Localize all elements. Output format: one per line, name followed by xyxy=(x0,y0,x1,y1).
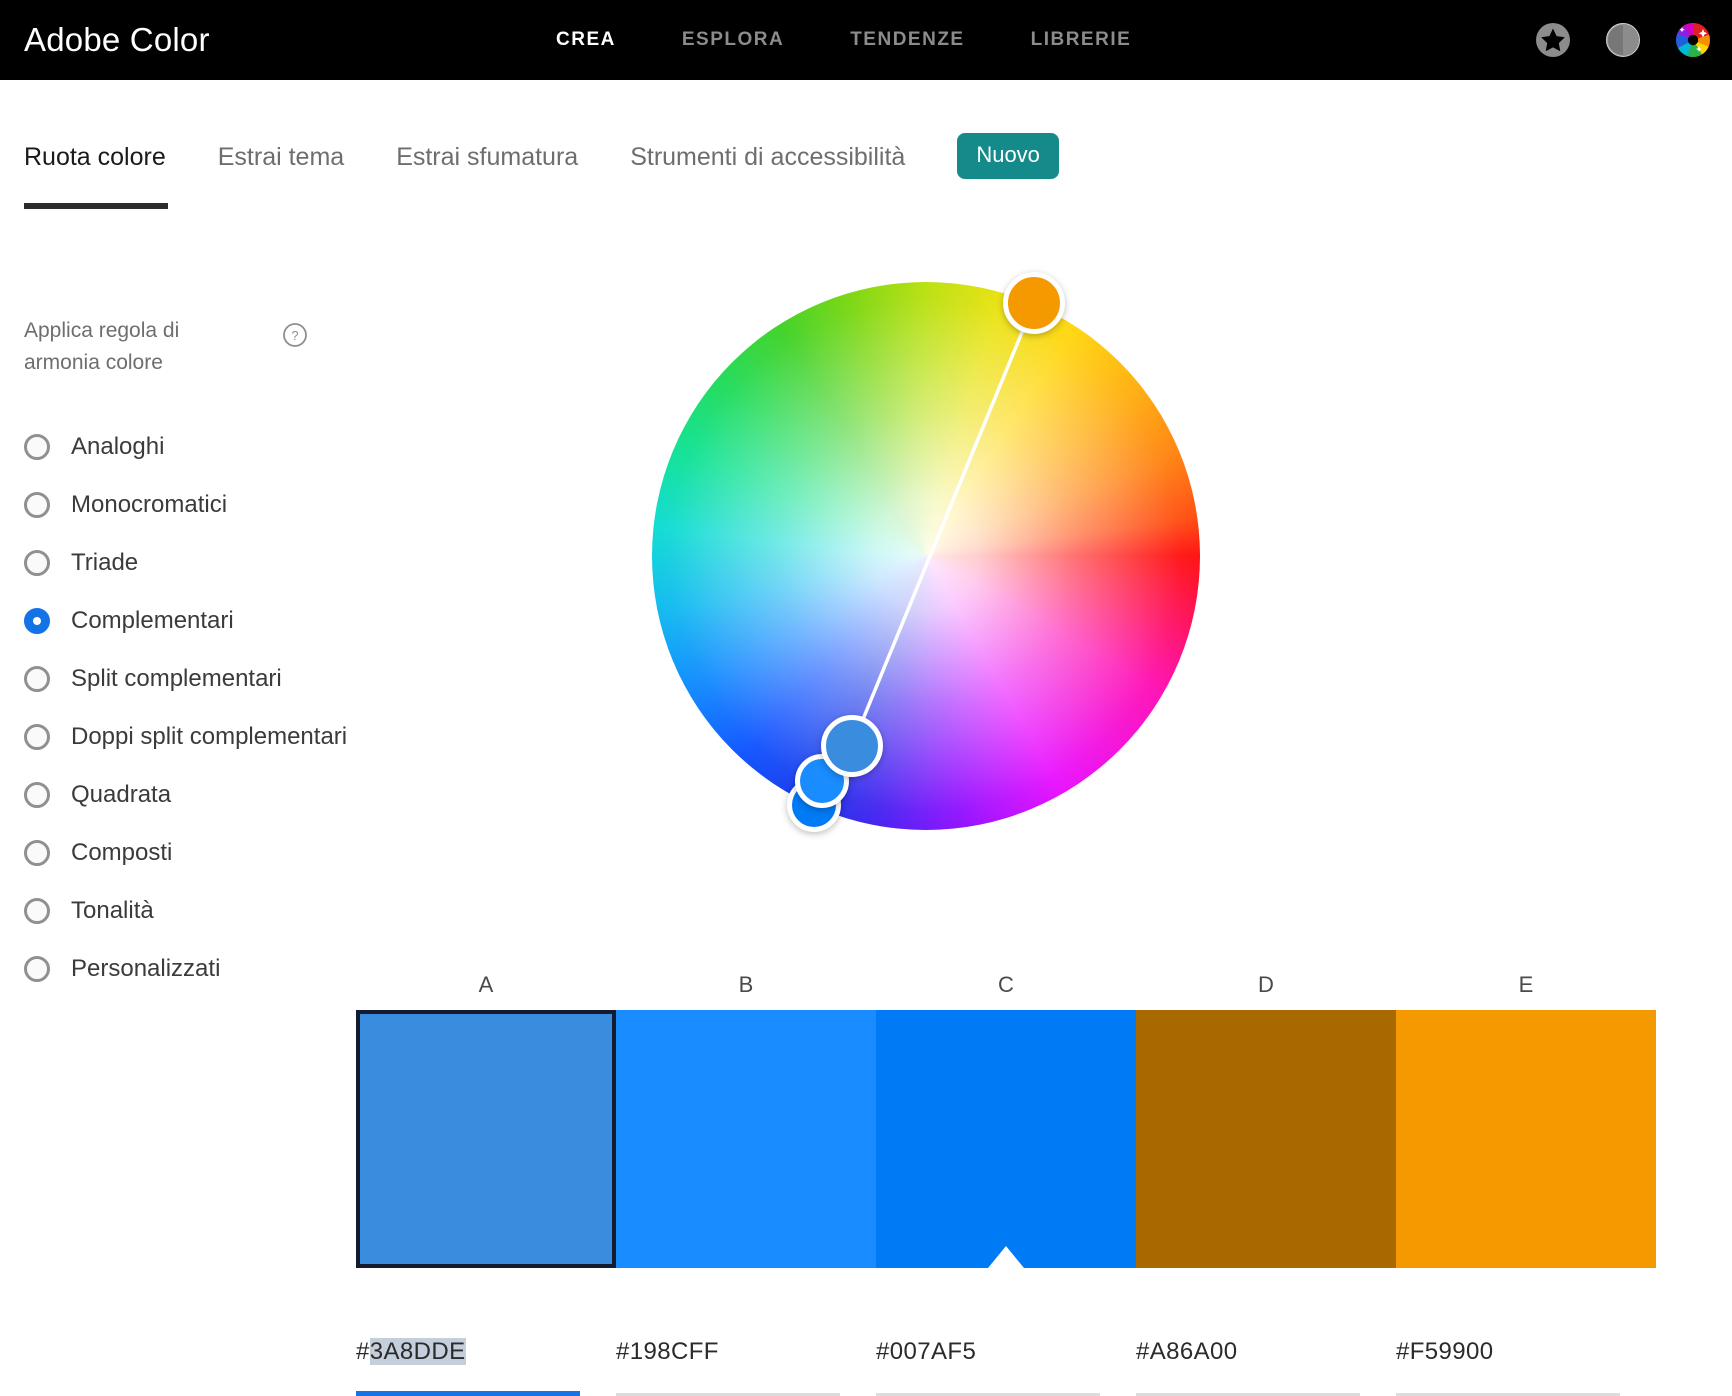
harmony-rule-split-complementari[interactable]: Split complementari xyxy=(24,650,444,708)
color-wheel[interactable] xyxy=(652,282,1200,830)
app-logo-title[interactable]: Adobe Color xyxy=(24,0,210,80)
harmony-rule-doppi-split-complementari[interactable]: Doppi split complementari xyxy=(24,708,444,766)
color-wheel-area[interactable] xyxy=(652,272,1208,842)
radio-button[interactable] xyxy=(24,492,50,518)
harmony-rule-tonalità[interactable]: Tonalità xyxy=(24,882,444,940)
harmony-rule-complementari[interactable]: Complementari xyxy=(24,592,444,650)
swatch-label-d: D xyxy=(1258,972,1274,997)
palette-swatch-row xyxy=(356,1010,1656,1268)
hex-input-row: #3A8DDE #198CFF #007AF5 #A86A00 #F59900 xyxy=(356,1338,1656,1396)
hex-prefix: # xyxy=(1136,1338,1150,1365)
hex-input-d[interactable]: #A86A00 xyxy=(1136,1338,1396,1396)
hex-value-text[interactable]: #A86A00 xyxy=(1136,1338,1238,1366)
harmony-rule-label: Split complementari xyxy=(71,665,282,692)
radio-button[interactable] xyxy=(24,666,50,692)
tab-ruota-colore[interactable]: Ruota colore xyxy=(24,143,218,172)
radio-button[interactable] xyxy=(24,782,50,808)
hex-digits: F59900 xyxy=(1409,1338,1494,1365)
harmony-rule-composti[interactable]: Composti xyxy=(24,824,444,882)
harmony-rule-label: Triade xyxy=(71,549,139,576)
tool-tab-bar: Ruota colore Estrai tema Estrai sfumatura S… xyxy=(0,126,1732,209)
harmony-rule-analoghi[interactable]: Analoghi xyxy=(24,418,444,476)
harmony-rule-title: Applica regola di armonia colore xyxy=(24,319,180,374)
swatch-label-a: A xyxy=(478,972,494,997)
hex-digits: 3A8DDE xyxy=(369,1338,466,1365)
hex-input-c[interactable]: #007AF5 xyxy=(876,1338,1136,1396)
tab-divider xyxy=(24,205,1655,208)
harmony-rule-label: Tonalità xyxy=(71,897,154,924)
active-tab-underline xyxy=(24,203,168,209)
radio-button[interactable] xyxy=(24,724,50,750)
hex-digits: 198CFF xyxy=(629,1338,719,1365)
question-circle-icon[interactable]: ? xyxy=(282,322,308,348)
radio-button[interactable] xyxy=(24,840,50,866)
hex-prefix: # xyxy=(1396,1338,1410,1365)
swatch-label-b: B xyxy=(738,972,754,997)
harmony-rule-quadrata[interactable]: Quadrata xyxy=(24,766,444,824)
harmony-rule-monocromatici[interactable]: Monocromatici xyxy=(24,476,444,534)
tab-strumenti-di-accessibilit[interactable]: Strumenti di accessibilità xyxy=(630,143,957,172)
hex-input-underline xyxy=(356,1391,580,1396)
hex-value-text[interactable]: #F59900 xyxy=(1396,1338,1494,1366)
radio-button[interactable] xyxy=(24,608,50,634)
svg-text:?: ? xyxy=(291,328,298,343)
radio-button[interactable] xyxy=(24,550,50,576)
radio-button[interactable] xyxy=(24,956,50,982)
radio-button[interactable] xyxy=(24,898,50,924)
harmony-rule-label: Complementari xyxy=(71,607,234,634)
tab-estrai-sfumatura[interactable]: Estrai sfumatura xyxy=(396,143,630,172)
palette-swatch-b[interactable] xyxy=(616,1010,876,1268)
wheel-handle-e[interactable] xyxy=(1003,272,1065,334)
tab-list: Ruota colore Estrai tema Estrai sfumatura S… xyxy=(24,126,1059,188)
new-badge-button[interactable]: Nuovo xyxy=(957,133,1059,179)
hex-digits: 007AF5 xyxy=(889,1338,977,1365)
harmony-rule-label: Doppi split complementari xyxy=(71,723,348,750)
hex-input-b[interactable]: #198CFF xyxy=(616,1338,876,1396)
hex-prefix: # xyxy=(616,1338,630,1365)
nav-item-crea[interactable]: CREA xyxy=(556,29,616,51)
harmony-rule-list: Analoghi Monocromatici Triade Complementari… xyxy=(24,418,444,998)
nav-item-tendenze[interactable]: TENDENZE xyxy=(850,29,964,51)
nav-item-esplora[interactable]: ESPLORA xyxy=(682,29,784,51)
harmony-rule-label: Analoghi xyxy=(71,433,165,460)
top-navigation-bar: Adobe Color CREA ESPLORA TENDENZE LIBRERIE xyxy=(0,0,1732,80)
top-right-icons xyxy=(1532,0,1714,80)
swatch-label-e: E xyxy=(1518,972,1534,997)
hex-value-text[interactable]: #3A8DDE xyxy=(356,1338,466,1366)
radio-button[interactable] xyxy=(24,434,50,460)
hex-value-text[interactable]: #007AF5 xyxy=(876,1338,976,1366)
tab-estrai-tema[interactable]: Estrai tema xyxy=(218,143,396,172)
nav-item-librerie[interactable]: LIBRERIE xyxy=(1031,29,1132,51)
harmony-rule-label: Quadrata xyxy=(71,781,172,808)
swatch-label-row: A B C D E xyxy=(356,972,1656,998)
hex-input-e[interactable]: #F59900 xyxy=(1396,1338,1656,1396)
hex-prefix: # xyxy=(356,1338,370,1365)
hex-input-a[interactable]: #3A8DDE xyxy=(356,1338,616,1396)
wheel-handle-a[interactable] xyxy=(821,715,883,777)
star-circle-icon[interactable] xyxy=(1532,19,1574,61)
harmony-rule-label: Composti xyxy=(71,839,173,866)
palette-swatch-d[interactable] xyxy=(1136,1010,1396,1268)
base-color-marker-triangle-icon xyxy=(988,1246,1024,1268)
harmony-rule-label: Monocromatici xyxy=(71,491,228,518)
palette-swatch-a[interactable] xyxy=(356,1010,616,1268)
palette-swatch-c[interactable] xyxy=(876,1010,1136,1268)
harmony-rule-triade[interactable]: Triade xyxy=(24,534,444,592)
main-nav: CREA ESPLORA TENDENZE LIBRERIE xyxy=(556,0,1131,80)
hex-prefix: # xyxy=(876,1338,890,1365)
palette-swatch-e[interactable] xyxy=(1396,1010,1656,1268)
harmony-rule-label: Personalizzati xyxy=(71,955,221,982)
hex-digits: A86A00 xyxy=(1149,1338,1238,1365)
color-wheel-avatar-icon[interactable] xyxy=(1672,19,1714,61)
contrast-circle-icon[interactable] xyxy=(1602,19,1644,61)
hex-value-text[interactable]: #198CFF xyxy=(616,1338,719,1366)
swatch-label-c: C xyxy=(998,972,1014,997)
